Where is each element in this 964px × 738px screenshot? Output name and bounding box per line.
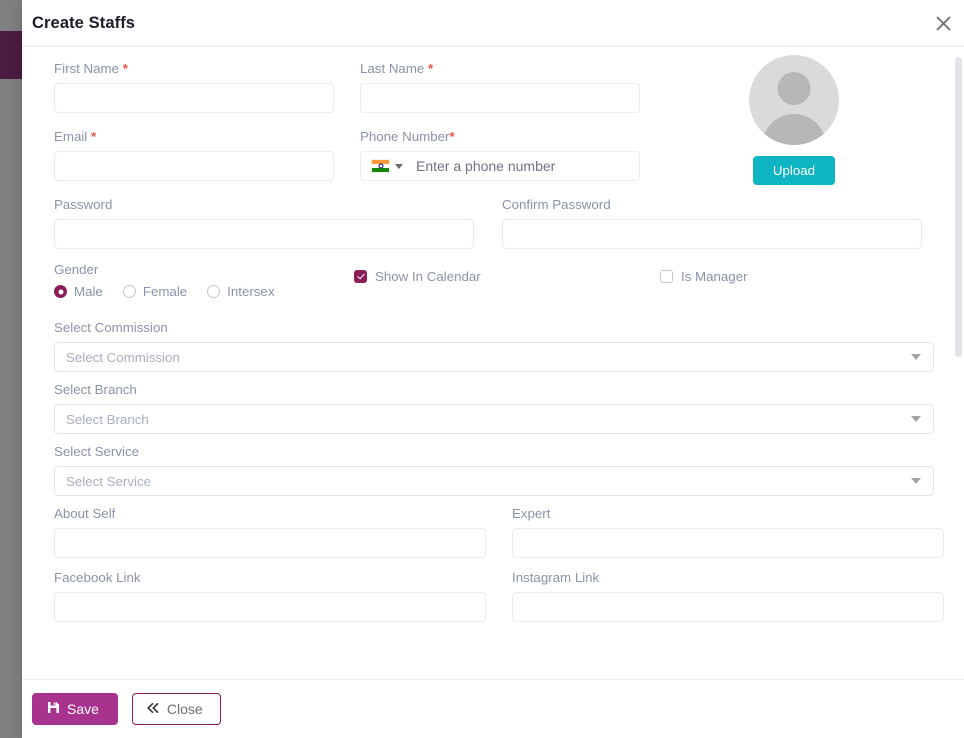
last-name-label: Last Name * (360, 61, 640, 77)
phone-required-mark: * (449, 129, 455, 144)
is-manager-checkbox[interactable]: Is Manager (660, 269, 748, 284)
confirm-password-field-group: Confirm Password (502, 197, 922, 249)
chevron-down-icon (911, 478, 921, 484)
modal-body: First Name * Last Name * Upload Email * … (22, 47, 964, 679)
facebook-link-label: Facebook Link (54, 570, 141, 585)
social-links-row: Facebook Link Instagram Link (54, 570, 946, 622)
double-chevron-left-icon (146, 701, 160, 717)
about-self-field-group: About Self (54, 506, 486, 558)
select-service-value: Select Service (66, 473, 151, 489)
facebook-link-field-group: Facebook Link (54, 570, 486, 622)
is-manager-label: Is Manager (681, 269, 748, 284)
close-button[interactable]: Close (131, 693, 221, 725)
first-name-input[interactable] (54, 83, 334, 113)
checkbox-checked-icon (354, 270, 367, 283)
gender-option-male-label: Male (74, 284, 103, 299)
email-required-mark: * (90, 129, 97, 144)
chevron-down-icon (395, 163, 403, 169)
gender-option-female-label: Female (142, 284, 188, 299)
scrollbar-thumb[interactable] (955, 57, 962, 357)
first-name-label-text: First Name (54, 61, 120, 76)
about-expert-row: About Self Expert (54, 506, 946, 558)
expert-field-group: Expert (512, 506, 944, 558)
floppy-save-icon (47, 701, 60, 717)
select-commission-dropdown[interactable]: Select Commission (54, 342, 934, 372)
password-label: Password (54, 197, 113, 212)
gender-group: Gender Male Female Intersex (54, 262, 344, 306)
select-commission-value: Select Commission (66, 349, 180, 365)
commission-field-group: Select Commission Select Commission (54, 320, 934, 372)
last-name-input[interactable] (360, 83, 640, 113)
scrollbar-track[interactable] (955, 47, 963, 679)
gender-and-options-row: Gender Male Female Intersex Show In Cale… (32, 262, 946, 306)
modal-footer: Save Close (22, 679, 964, 738)
background-sidebar-active-item (0, 31, 22, 79)
facebook-link-input[interactable] (54, 592, 486, 622)
show-in-calendar-checkbox[interactable]: Show In Calendar (354, 269, 481, 284)
country-selector-button[interactable] (361, 152, 410, 180)
name-row: First Name * Last Name * Upload (32, 55, 946, 185)
commission-label: Select Commission (54, 320, 168, 335)
confirm-password-input[interactable] (502, 219, 922, 249)
service-field-group: Select Service Select Service (54, 444, 934, 496)
phone-label: Phone Number* (360, 129, 640, 145)
password-row: Password Confirm Password (32, 197, 946, 249)
select-branch-dropdown[interactable]: Select Branch (54, 404, 934, 434)
service-label: Select Service (54, 444, 139, 459)
first-name-label: First Name * (54, 61, 334, 77)
instagram-link-input[interactable] (512, 592, 944, 622)
checkbox-unchecked-icon (660, 270, 673, 283)
gender-option-intersex-label: Intersex (227, 284, 275, 299)
phone-label-text: Phone Number (360, 129, 450, 144)
show-in-calendar-label: Show In Calendar (375, 269, 481, 284)
phone-input[interactable] (410, 152, 639, 180)
chevron-down-icon (911, 416, 921, 422)
gender-radio-line: Male Female Intersex (54, 284, 344, 299)
email-label-text: Email (54, 129, 88, 144)
expert-label: Expert (512, 506, 551, 521)
create-staffs-modal: Create Staffs First Name * Last Name * U… (22, 0, 964, 738)
first-name-field-group: First Name * (54, 61, 334, 113)
email-field-group: Email * (54, 129, 334, 181)
password-field-group: Password (54, 197, 474, 249)
phone-field-group: Phone Number* (360, 129, 640, 181)
expert-input[interactable] (512, 528, 944, 558)
branch-field-group: Select Branch Select Branch (54, 382, 934, 434)
email-input[interactable] (54, 151, 334, 181)
save-button-label: Save (67, 701, 99, 717)
first-name-required-mark: * (122, 61, 128, 76)
chevron-down-icon (911, 354, 921, 360)
about-self-input[interactable] (54, 528, 486, 558)
page-title: Create Staffs (32, 13, 136, 32)
india-flag-icon (371, 159, 390, 173)
gender-option-female[interactable]: Female (122, 284, 188, 299)
about-self-label: About Self (54, 506, 116, 521)
modal-header: Create Staffs (22, 0, 964, 47)
gender-option-intersex[interactable]: Intersex (207, 284, 274, 299)
radio-intersex-icon (207, 285, 221, 298)
instagram-link-label: Instagram Link (512, 570, 600, 585)
select-service-dropdown[interactable]: Select Service (54, 466, 934, 496)
branch-label: Select Branch (54, 382, 137, 397)
contact-row: Email * Phone Number* (32, 129, 946, 181)
confirm-password-label: Confirm Password (502, 197, 611, 212)
gender-option-male[interactable]: Male (54, 284, 103, 299)
close-icon[interactable] (931, 11, 955, 35)
close-button-label: Close (166, 701, 203, 717)
last-name-label-text: Last Name (360, 61, 425, 76)
radio-male-icon (54, 285, 67, 298)
phone-input-wrapper (360, 151, 640, 181)
select-branch-value: Select Branch (66, 411, 149, 427)
gender-label: Gender (54, 262, 99, 277)
instagram-link-field-group: Instagram Link (512, 570, 944, 622)
password-input[interactable] (54, 219, 474, 249)
background-sidebar (0, 0, 22, 738)
last-name-required-mark: * (428, 61, 434, 76)
email-label: Email * (54, 129, 334, 145)
radio-female-icon (122, 285, 136, 298)
save-button[interactable]: Save (32, 693, 118, 725)
last-name-field-group: Last Name * (360, 61, 640, 113)
user-avatar-placeholder-icon (777, 72, 811, 105)
